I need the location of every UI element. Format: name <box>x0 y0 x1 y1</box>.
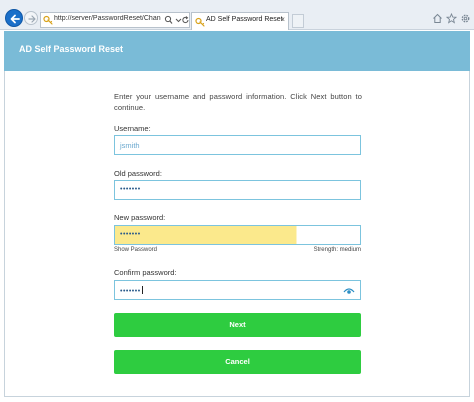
old-password-field[interactable]: ••••••• <box>114 180 361 200</box>
new-password-label: New password: <box>114 213 166 222</box>
browser-tab[interactable]: AD Self Password Reset × <box>191 12 289 30</box>
arrow-right-icon <box>28 15 36 23</box>
tab-page-icon <box>195 17 205 27</box>
home-icon[interactable] <box>432 13 443 24</box>
text-caret <box>141 286 143 294</box>
confirm-password-field[interactable]: ••••••• <box>114 280 361 300</box>
cancel-button[interactable]: Cancel <box>114 350 361 374</box>
intro-text: Enter your username and password informa… <box>114 92 362 112</box>
page-title: AD Self Password Reset <box>19 44 124 54</box>
confirm-password-value: ••••••• <box>120 286 143 295</box>
tab-close-button[interactable]: × <box>280 15 285 24</box>
forward-button[interactable] <box>24 11 38 25</box>
gear-icon[interactable] <box>460 13 471 24</box>
page-icon <box>43 15 53 25</box>
show-password-link[interactable]: Show Password <box>114 247 157 253</box>
new-password-field[interactable]: ••••••• <box>114 225 361 245</box>
new-tab-button[interactable] <box>292 14 304 28</box>
eye-icon[interactable] <box>343 286 355 295</box>
username-field[interactable]: jsmith <box>114 135 361 155</box>
browser-chrome: http://server/PasswordReset/ChangePass A… <box>0 0 474 30</box>
address-url[interactable]: http://server/PasswordReset/ChangePass <box>54 15 161 22</box>
password-strength: Strength: medium <box>313 247 361 253</box>
refresh-icon[interactable] <box>181 15 190 25</box>
old-password-value: ••••••• <box>120 186 141 193</box>
confirm-password-label: Confirm password: <box>114 268 177 277</box>
confirm-password-text: ••••••• <box>120 288 141 295</box>
arrow-left-icon <box>10 14 20 24</box>
username-label: Username: <box>114 124 151 133</box>
next-button[interactable]: Next <box>114 313 361 337</box>
username-value: jsmith <box>120 141 140 150</box>
address-bar[interactable]: http://server/PasswordReset/ChangePass <box>40 12 190 28</box>
new-password-value: ••••••• <box>120 231 141 238</box>
search-icon[interactable] <box>164 15 173 25</box>
old-password-label: Old password: <box>114 169 162 178</box>
back-button[interactable] <box>5 9 23 27</box>
star-icon[interactable] <box>446 13 457 24</box>
page-header: AD Self Password Reset <box>4 31 470 71</box>
tab-title: AD Self Password Reset <box>206 16 283 23</box>
